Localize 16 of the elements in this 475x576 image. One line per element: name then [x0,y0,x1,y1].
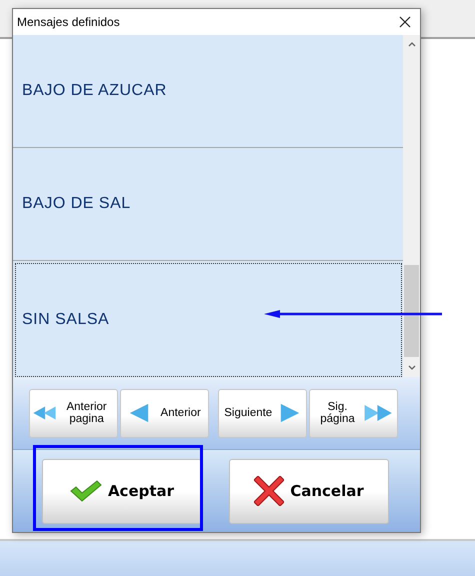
left-arrow-icon [128,402,150,424]
scroll-thumb[interactable] [404,265,419,357]
cross-icon [254,476,284,506]
nav-button[interactable]: Anterior [120,388,209,438]
accept-button[interactable]: Aceptar [42,458,202,524]
window-title: Mensajes definidos [17,15,120,29]
nav-button[interactable]: Siguiente [218,388,307,438]
nav-button[interactable]: Anterior pagina [29,388,118,438]
scroll-up-icon[interactable] [408,41,416,47]
scrollbar[interactable] [403,35,420,377]
nav-button[interactable]: Sig. página [309,388,398,438]
cancel-button[interactable]: Cancelar [229,458,389,524]
close-icon[interactable] [399,16,411,28]
right-arrow-icon [278,402,301,424]
checkmark-icon [70,480,102,502]
scroll-down-icon[interactable] [408,365,416,371]
